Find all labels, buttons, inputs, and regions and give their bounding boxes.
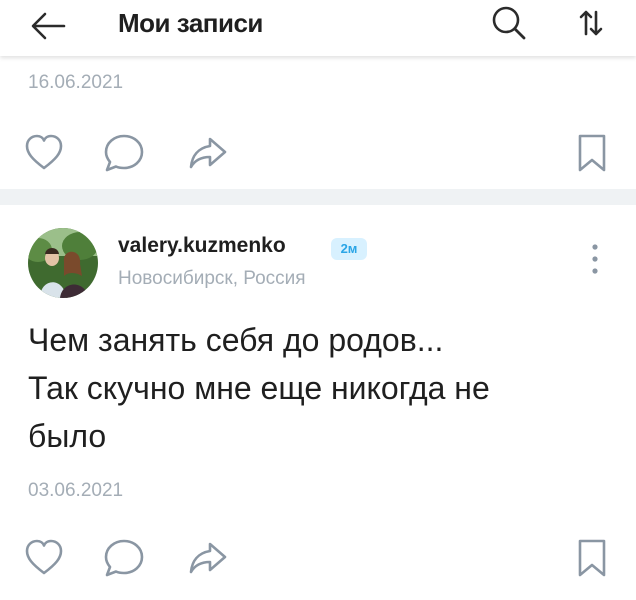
post-text-line: Чем занять себя до родов...: [28, 322, 444, 358]
share-icon: [189, 542, 227, 574]
page-title: Мои записи: [118, 8, 263, 38]
share-icon: [189, 137, 227, 169]
post-text-line: Так скучно мне еще никогда не: [28, 370, 490, 406]
comment-button[interactable]: [102, 536, 146, 580]
bookmark-button[interactable]: [570, 131, 614, 175]
more-vertical-icon: [592, 244, 598, 274]
search-button[interactable]: [490, 2, 528, 42]
more-options-button[interactable]: [584, 242, 606, 276]
share-button[interactable]: [186, 536, 230, 580]
comment-button[interactable]: [102, 131, 146, 175]
arrow-left-icon: [31, 12, 66, 40]
search-icon: [492, 6, 526, 40]
post-text: Чем занять себя до родов... Так скучно м…: [28, 316, 618, 460]
heart-icon: [25, 539, 63, 575]
bookmark-icon: [578, 539, 606, 577]
comment-icon: [104, 539, 144, 577]
post-divider: [0, 189, 636, 205]
author-location[interactable]: Новосибирск, Россия: [118, 268, 306, 290]
bookmark-icon: [578, 134, 606, 172]
sort-button[interactable]: [576, 6, 606, 40]
post-age-badge: 2м: [331, 238, 367, 260]
heart-icon: [25, 134, 63, 170]
post-date: 03.06.2021: [28, 480, 124, 501]
like-button[interactable]: [22, 536, 66, 580]
back-button[interactable]: [28, 8, 68, 44]
post-date: 16.06.2021: [28, 72, 124, 93]
share-button[interactable]: [186, 131, 230, 175]
post-text-line: было: [28, 418, 107, 454]
comment-icon: [104, 134, 144, 172]
author-username[interactable]: valery.kuzmenko: [118, 234, 286, 258]
avatar-photo: [28, 228, 98, 298]
sort-arrows-icon: [579, 10, 603, 36]
like-button[interactable]: [22, 131, 66, 175]
top-app-bar: Мои записи: [0, 0, 636, 56]
bookmark-button[interactable]: [570, 536, 614, 580]
avatar[interactable]: [28, 228, 98, 298]
